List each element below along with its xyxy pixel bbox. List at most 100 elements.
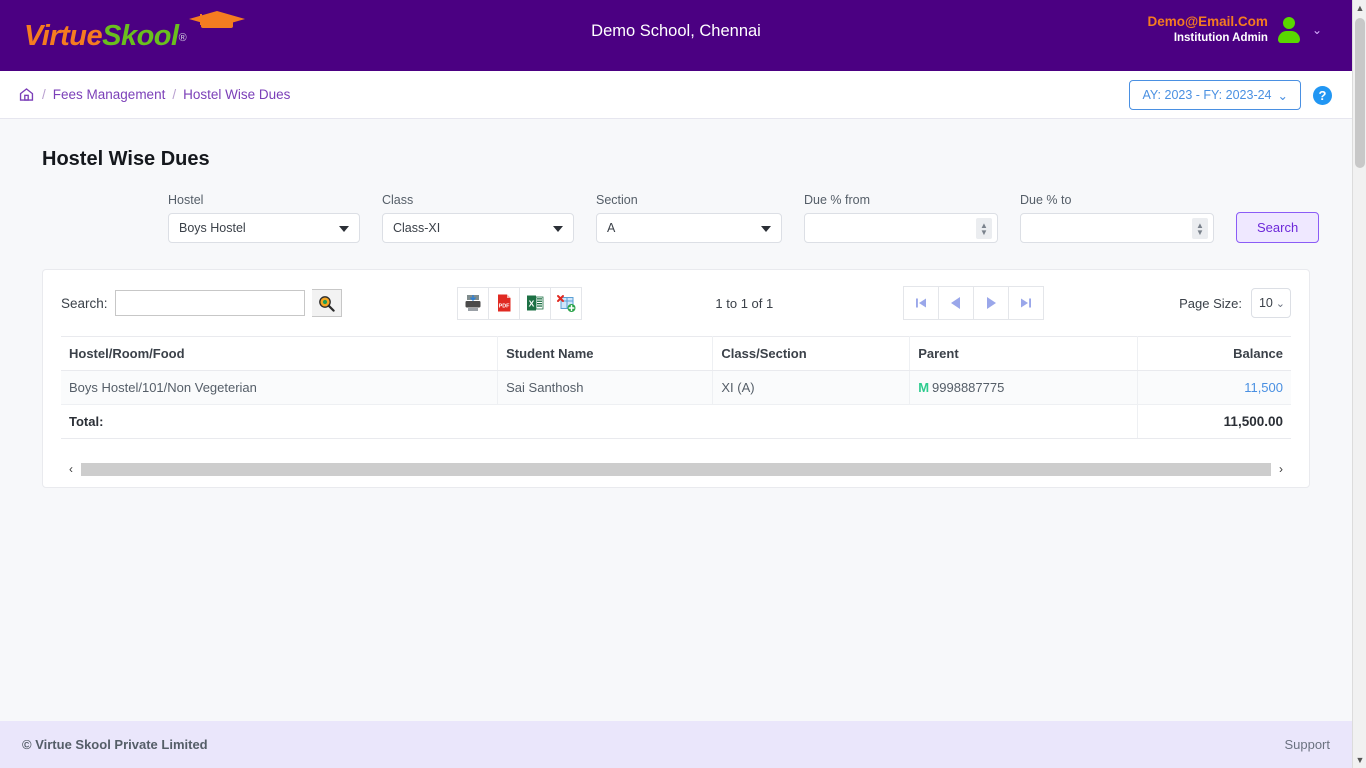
scroll-right-icon[interactable]: › (1271, 462, 1291, 476)
page-title: Hostel Wise Dues (42, 148, 210, 170)
avatar-head (1282, 16, 1295, 29)
pagination (903, 286, 1045, 320)
filter-due-from-label: Due % from (804, 193, 870, 207)
scroll-down-icon[interactable]: ▼ (1353, 752, 1366, 768)
due-percent-to-field[interactable]: ▲ ▼ (1020, 213, 1214, 243)
due-percent-to-input[interactable] (1031, 220, 1203, 236)
first-page-button[interactable] (903, 286, 940, 320)
breadcrumb-current-hostel-wise-dues: Hostel Wise Dues (183, 87, 291, 102)
filter-due-to: Due % to ▲ ▼ (1020, 193, 1214, 243)
cell-class-section: XI (A) (712, 370, 911, 405)
record-count: 1 to 1 of 1 (715, 295, 774, 311)
excel-icon[interactable]: X (519, 286, 552, 320)
avatar-icon[interactable] (1276, 16, 1302, 43)
breadcrumb: / Fees Management / Hostel Wise Dues (18, 86, 290, 103)
filter-hostel: Hostel Boys Hostel (168, 193, 360, 243)
filter-class: Class Class-XI (382, 193, 574, 243)
user-role: Institution Admin (1173, 31, 1268, 44)
user-menu[interactable]: Demo@Email.Com Institution Admin ⌄ (1147, 14, 1322, 45)
page-size-value: 10 (1258, 296, 1273, 310)
parent-mobile-badge: M (918, 380, 930, 395)
total-balance: 11,500.00 (1136, 404, 1291, 439)
cell-student-name: Sai Santhosh (497, 370, 714, 405)
column-header-hostel-room-food[interactable]: Hostel/Room/Food (61, 336, 499, 371)
scroll-left-icon[interactable]: ‹ (61, 462, 81, 476)
footer: © Virtue Skool Private Limited Support (0, 721, 1352, 768)
top-header: VirtueSkool® Demo School, Chennai Demo@E… (0, 0, 1352, 71)
results-card: Search: PDF X 1 to 1 of 1 Page Size: 10 … (42, 269, 1310, 488)
search-icon[interactable] (311, 289, 342, 317)
parent-phone: 9998887775 (932, 380, 1005, 395)
chevron-down-icon: ⌄ (1275, 297, 1285, 310)
page-size-select[interactable]: 10 ⌄ (1250, 288, 1291, 318)
academic-year-label: AY: 2023 - FY: 2023-24 (1142, 88, 1272, 102)
page-size-group: Page Size: 10 ⌄ (1179, 288, 1291, 318)
page-size-label: Page Size: (1179, 295, 1242, 311)
total-spacer-1 (497, 404, 713, 439)
due-percent-from-stepper[interactable]: ▲ ▼ (976, 218, 992, 239)
table-horizontal-scrollbar[interactable]: ‹ › (61, 461, 1291, 477)
filter-class-label: Class (382, 193, 414, 207)
breadcrumb-separator-1: / (42, 87, 46, 102)
chevron-down-icon: ⌄ (1277, 88, 1288, 103)
svg-text:PDF: PDF (499, 304, 510, 310)
class-select[interactable]: Class-XI (382, 213, 574, 243)
support-link[interactable]: Support (1284, 737, 1330, 752)
section-select-value: A (607, 221, 616, 235)
breadcrumb-bar: / Fees Management / Hostel Wise Dues AY:… (0, 71, 1352, 119)
dues-table: Hostel/Room/Food Student Name Class/Sect… (61, 336, 1291, 439)
export-tools: PDF X (457, 286, 583, 320)
column-header-balance[interactable]: Balance (1137, 336, 1291, 371)
pdf-icon[interactable]: PDF (488, 286, 521, 320)
user-info: Demo@Email.Com Institution Admin (1147, 14, 1267, 45)
svg-text:X: X (529, 299, 535, 309)
scroll-up-icon[interactable]: ▲ (1353, 0, 1366, 16)
balance-link[interactable]: 11,500 (1244, 380, 1283, 395)
filter-bar: Hostel Boys Hostel Class Class-XI Sectio… (42, 193, 1320, 243)
cell-parent: M 9998887775 (909, 370, 1138, 405)
grid-toolbar: Search: PDF X 1 to 1 of 1 Page Size: 10 … (61, 286, 1291, 320)
help-icon[interactable]: ? (1313, 85, 1332, 105)
page-scrollbar[interactable]: ▲ ▼ (1352, 0, 1366, 768)
user-email: Demo@Email.Com (1147, 14, 1268, 29)
scroll-track[interactable] (81, 462, 1271, 476)
caret-down-icon (339, 226, 349, 232)
due-percent-to-stepper[interactable]: ▲ ▼ (1192, 218, 1208, 239)
grid-search-input[interactable] (114, 290, 305, 316)
print-icon[interactable] (457, 286, 490, 320)
filter-section-label: Section (596, 193, 638, 207)
search-button[interactable]: Search (1236, 212, 1320, 243)
breadcrumb-link-fees-management[interactable]: Fees Management (53, 87, 166, 102)
main-content: Hostel Wise Dues Hostel Boys Hostel Clas… (0, 148, 1352, 488)
filter-due-to-label: Due % to (1020, 193, 1072, 207)
column-header-student-name[interactable]: Student Name (497, 336, 714, 371)
column-header-parent[interactable]: Parent (909, 336, 1138, 371)
filter-due-from: Due % from ▲ ▼ (804, 193, 998, 243)
copyright-text: © Virtue Skool Private Limited (22, 737, 208, 752)
total-label: Total: (61, 404, 498, 439)
home-icon[interactable] (18, 86, 35, 103)
academic-year-selector[interactable]: AY: 2023 - FY: 2023-24 ⌄ (1129, 80, 1301, 110)
csv-icon[interactable] (550, 286, 583, 320)
due-percent-from-field[interactable]: ▲ ▼ (804, 213, 998, 243)
table-header-row: Hostel/Room/Food Student Name Class/Sect… (61, 336, 1291, 371)
section-select[interactable]: A (596, 213, 782, 243)
due-percent-from-input[interactable] (815, 220, 987, 236)
table-row: Boys Hostel/101/Non Vegeterian Sai Santh… (61, 370, 1291, 405)
scrollbar-thumb[interactable] (1355, 18, 1365, 168)
breadcrumb-separator-2: / (172, 87, 177, 102)
chevron-down-icon[interactable]: ⌄ (1312, 23, 1322, 37)
breadcrumb-actions: AY: 2023 - FY: 2023-24 ⌄ ? (1129, 71, 1332, 119)
next-page-button[interactable] (973, 286, 1010, 320)
column-header-class-section[interactable]: Class/Section (712, 336, 911, 371)
grid-search-label: Search: (61, 295, 108, 311)
prev-page-button[interactable] (938, 286, 975, 320)
grid-search-group: Search: (61, 289, 342, 317)
last-page-button[interactable] (1008, 286, 1045, 320)
avatar-body (1277, 30, 1300, 43)
hostel-select[interactable]: Boys Hostel (168, 213, 360, 243)
filter-section: Section A (596, 193, 782, 243)
app-page: VirtueSkool® Demo School, Chennai Demo@E… (0, 0, 1352, 768)
total-spacer-3 (909, 404, 1138, 439)
caret-down-icon (761, 226, 771, 232)
